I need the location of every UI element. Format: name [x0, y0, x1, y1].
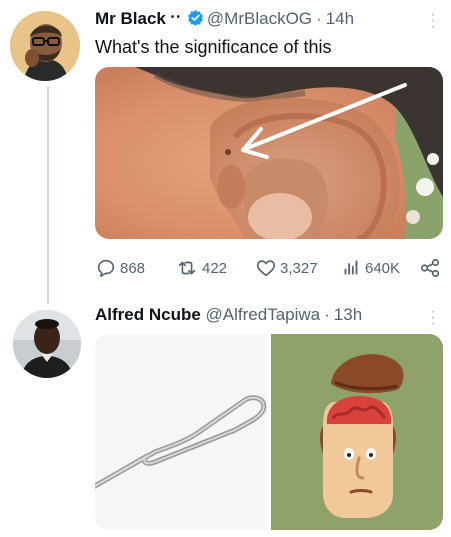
profile-photo-icon [10, 11, 80, 81]
tweet1-action-bar: 868 422 3,327 640K [95, 256, 445, 280]
heart-icon [256, 260, 276, 277]
share-button[interactable] [419, 256, 441, 280]
separator: · [316, 9, 322, 28]
display-name[interactable]: Mr Black [95, 9, 166, 28]
reply-icon [97, 259, 115, 278]
tweet1-header: Mr Black⠐⠂ @MrBlackOG · 14h [95, 8, 354, 29]
share-icon [420, 258, 440, 278]
thread-connector-line [47, 86, 49, 304]
tweet1-media-ear-photo[interactable] [95, 67, 443, 239]
tweet1-text: What's the significance of this [95, 37, 332, 57]
timestamp[interactable]: 13h [334, 305, 362, 324]
handle[interactable]: @MrBlackOG [207, 9, 312, 28]
retweet-icon [178, 261, 196, 275]
handle[interactable]: @AlfredTapiwa [206, 305, 321, 324]
retweet-count: 422 [202, 259, 228, 277]
views-chart-icon [344, 260, 358, 275]
separator: · [324, 305, 330, 324]
like-button[interactable]: 3,327 [255, 256, 318, 280]
views-button[interactable]: 640K [340, 256, 400, 280]
like-count: 3,327 [280, 259, 318, 277]
sim-ejector-pin-image[interactable] [95, 334, 267, 530]
more-options-icon[interactable]: · · · [428, 304, 438, 332]
view-count: 640K [365, 259, 401, 277]
profile-photo-icon [13, 310, 81, 378]
retweet-button[interactable]: 422 [175, 256, 227, 280]
timestamp[interactable]: 14h [326, 9, 354, 28]
tweet2-media-grid [95, 334, 443, 530]
tweet2-header: Alfred Ncube @AlfredTapiwa · 13h [95, 305, 362, 325]
open-head-brain-cartoon-image[interactable] [271, 334, 443, 530]
display-name[interactable]: Alfred Ncube [95, 305, 201, 324]
avatar-alfred-ncube[interactable] [13, 310, 81, 378]
avatar-mr-black[interactable] [10, 11, 80, 81]
ear-photo-icon [95, 67, 443, 239]
sim-ejector-pin-icon [95, 334, 267, 530]
more-options-icon[interactable]: · · · [428, 7, 438, 35]
reply-count: 868 [120, 259, 146, 277]
verified-badge-icon [188, 9, 203, 26]
name-decoration: ⠐⠂ [165, 10, 185, 25]
brain-head-cartoon-icon [271, 334, 443, 530]
reply-button[interactable]: 868 [95, 256, 145, 280]
